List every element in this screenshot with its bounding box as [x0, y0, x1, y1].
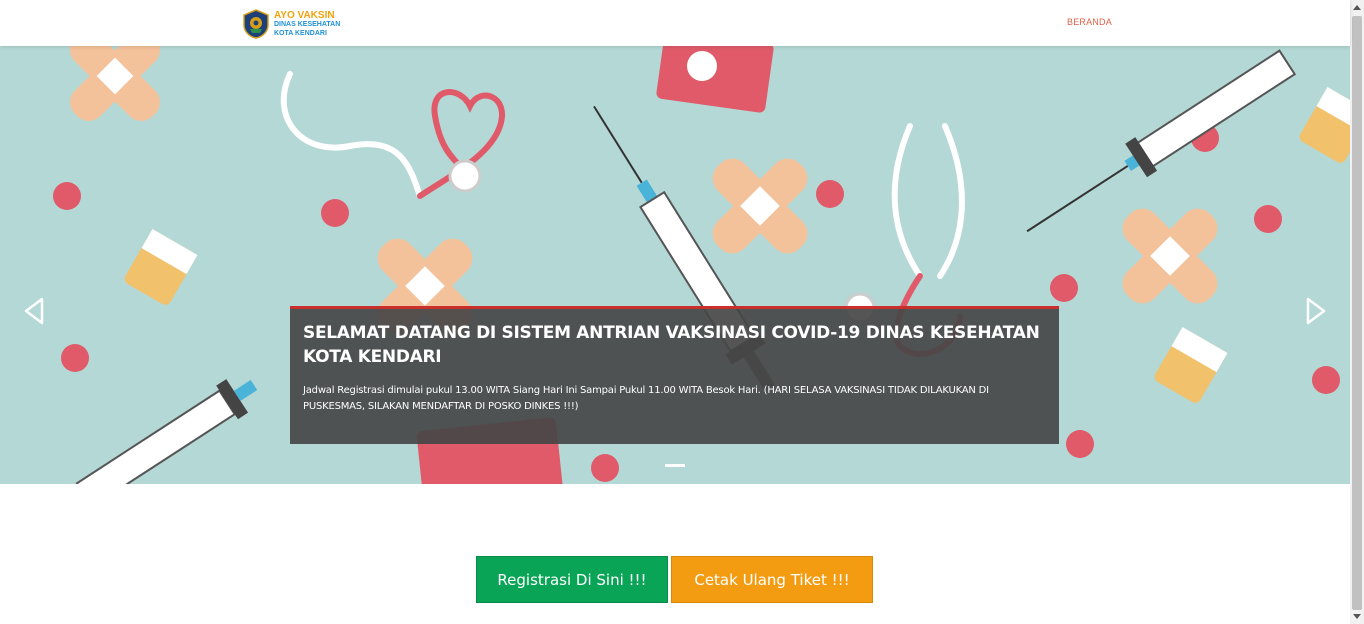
brand-logo-link[interactable]: AYO VAKSIN DINAS KESEHATAN KOTA KENDARI	[242, 8, 340, 40]
government-emblem-icon	[243, 9, 269, 39]
register-button[interactable]: Registrasi Di Sini !!!	[476, 556, 668, 603]
scrollbar-thumb[interactable]	[1352, 16, 1362, 610]
brand-text: AYO VAKSIN DINAS KESEHATAN KOTA KENDARI	[274, 9, 341, 38]
carousel-caption: SELAMAT DATANG DI SISTEM ANTRIAN VAKSINA…	[290, 306, 1059, 444]
brand-title: AYO VAKSIN	[274, 9, 335, 21]
scroll-down-icon[interactable]	[1353, 614, 1361, 619]
page-scrollbar[interactable]	[1350, 0, 1364, 624]
reprint-ticket-button[interactable]: Cetak Ulang Tiket !!!	[671, 556, 873, 603]
carousel-prev-arrow-icon[interactable]	[22, 296, 46, 326]
brand-subtitle-2: KOTA KENDARI	[274, 29, 327, 37]
brand-subtitle-1: DINAS KESEHATAN	[274, 20, 341, 28]
nav-beranda-link[interactable]: BERANDA	[1067, 17, 1112, 27]
scroll-up-icon[interactable]	[1353, 5, 1361, 10]
carousel-next-arrow-icon[interactable]	[1304, 296, 1328, 326]
carousel-indicator[interactable]	[665, 464, 685, 467]
top-navbar: AYO VAKSIN DINAS KESEHATAN KOTA KENDARI …	[0, 0, 1350, 46]
caption-title: SELAMAT DATANG DI SISTEM ANTRIAN VAKSINA…	[303, 323, 1040, 367]
caption-text: Jadwal Registrasi dimulai pukul 13.00 WI…	[303, 385, 989, 412]
